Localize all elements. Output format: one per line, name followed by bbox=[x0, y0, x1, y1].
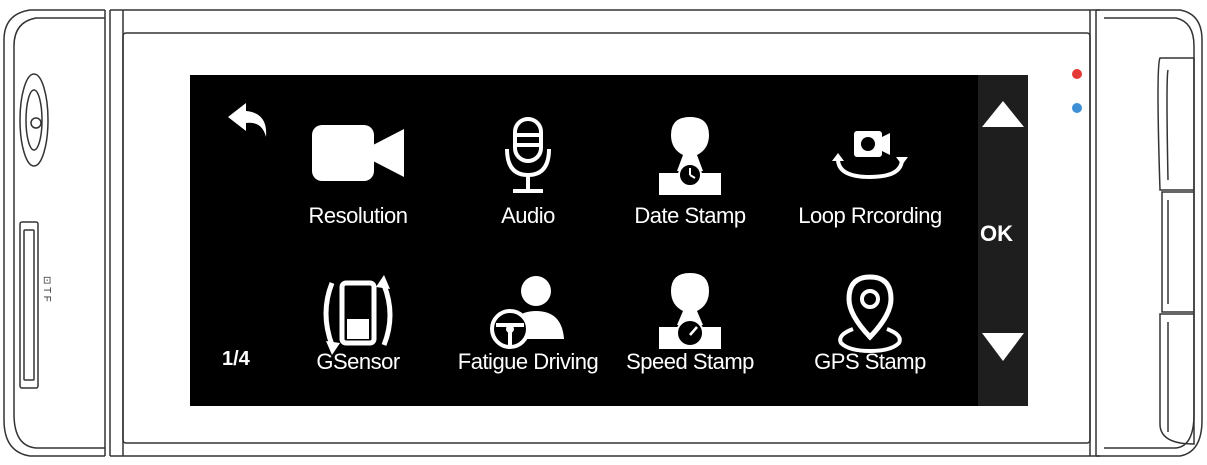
page-indicator: 1/4 bbox=[222, 348, 250, 370]
menu-label: Resolution bbox=[308, 203, 408, 228]
menu-item-gps-stamp[interactable]: GPS Stamp bbox=[790, 263, 950, 413]
menu-label: Fatigue Driving bbox=[457, 349, 599, 374]
menu-label: Loop Rrcording bbox=[798, 203, 942, 228]
menu-label: Audio bbox=[501, 203, 555, 228]
location-pin-icon bbox=[838, 274, 902, 353]
menu-item-resolution[interactable]: Resolution bbox=[278, 105, 438, 255]
nav-sidebar: OK bbox=[978, 75, 1028, 406]
ok-button[interactable]: OK bbox=[980, 221, 1013, 247]
svg-text:⊡ T F: ⊡ T F bbox=[41, 276, 52, 302]
menu-item-gsensor[interactable]: GSensor bbox=[278, 263, 438, 413]
stamp-speed-icon bbox=[659, 273, 721, 349]
driver-wheel-icon bbox=[490, 276, 564, 349]
menu-item-audio[interactable]: Audio bbox=[448, 105, 608, 255]
led-red-indicator bbox=[1072, 69, 1082, 79]
down-arrow-icon[interactable] bbox=[980, 331, 1026, 363]
video-camera-icon bbox=[312, 125, 404, 181]
menu-screen: 1/4 Resolution Audio Date Stamp Loop Rrc… bbox=[190, 75, 980, 406]
menu-item-date-stamp[interactable]: Date Stamp bbox=[610, 105, 770, 255]
menu-label: GSensor bbox=[316, 349, 400, 374]
menu-label: GPS Stamp bbox=[814, 349, 926, 374]
menu-label: Date Stamp bbox=[634, 203, 746, 228]
menu-label: Speed Stamp bbox=[626, 349, 754, 374]
back-arrow-icon[interactable] bbox=[224, 99, 268, 137]
menu-item-loop-recording[interactable]: Loop Rrcording bbox=[790, 105, 950, 255]
stamp-clock-icon bbox=[659, 117, 721, 195]
up-arrow-icon[interactable] bbox=[980, 99, 1026, 129]
menu-item-speed-stamp[interactable]: Speed Stamp bbox=[610, 263, 770, 413]
led-blue-indicator bbox=[1072, 103, 1082, 113]
loop-camera-icon bbox=[832, 131, 908, 180]
microphone-icon bbox=[505, 117, 551, 193]
menu-item-fatigue-driving[interactable]: Fatigue Driving bbox=[448, 263, 608, 413]
